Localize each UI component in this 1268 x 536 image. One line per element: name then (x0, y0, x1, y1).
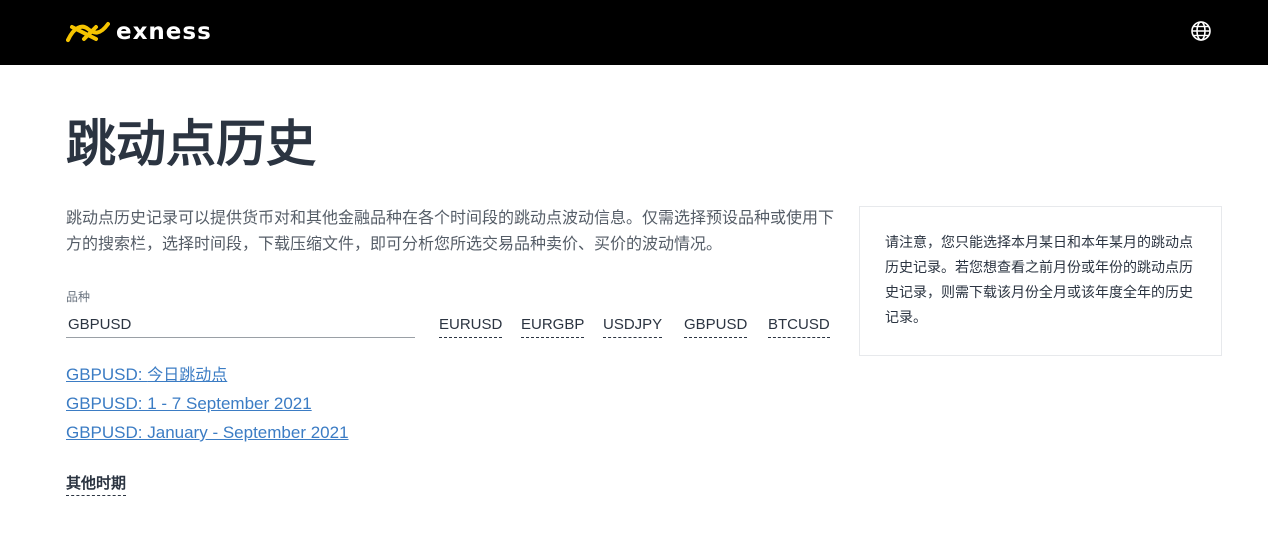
preset-eurusd[interactable]: EURUSD (439, 315, 503, 338)
download-today-label: 今日跳动点 (147, 365, 228, 384)
preset-btcusd[interactable]: BTCUSD (768, 315, 830, 338)
download-week-link[interactable]: GBPUSD: 1 - 7 September 2021 (66, 393, 312, 415)
page-title: 跳动点历史 (66, 115, 316, 173)
preset-gbpusd[interactable]: GBPUSD (684, 315, 748, 338)
preset-usdjpy[interactable]: USDJPY (603, 315, 663, 338)
exness-logo[interactable]: exness (66, 18, 212, 46)
download-today-link[interactable]: GBPUSD: 今日跳动点 (66, 364, 227, 386)
instrument-search-input[interactable] (66, 311, 415, 338)
instrument-label: 品种 (66, 290, 91, 304)
notice-text: 请注意，您只能选择本月某日和本年某月的跳动点历史记录。若您想查看之前月份或年份的… (885, 235, 1193, 326)
notice-box: 请注意，您只能选择本月某日和本年某月的跳动点历史记录。若您想查看之前月份或年份的… (859, 206, 1222, 356)
top-bar: exness (0, 0, 1268, 65)
exness-logo-mark-icon (66, 22, 110, 42)
globe-icon[interactable] (1190, 20, 1212, 42)
page-intro: 跳动点历史记录可以提供货币对和其他金融品种在各个时间段的跳动点波动信息。仅需选择… (66, 208, 835, 253)
other-periods-toggle[interactable]: 其他时期 (66, 473, 127, 496)
download-months-link[interactable]: GBPUSD: January - September 2021 (66, 422, 349, 444)
download-today-prefix: GBPUSD: (66, 365, 148, 384)
preset-eurgbp[interactable]: EURGBP (521, 315, 585, 338)
brand-name: exness (116, 19, 212, 45)
